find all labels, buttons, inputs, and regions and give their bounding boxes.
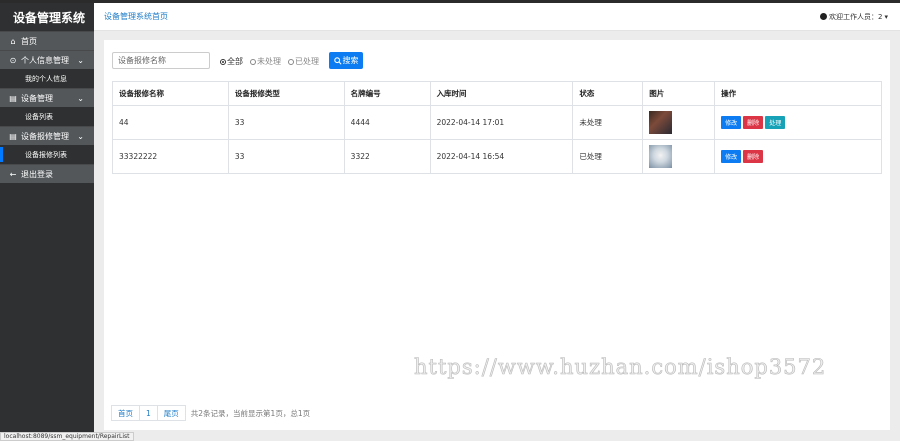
search-button[interactable]: 搜索 — [329, 52, 363, 69]
sidebar-item-home[interactable]: ⌂ 首页 — [0, 31, 94, 50]
sidebar-group-personal[interactable]: ⊙ 个人信息管理 ⌄ — [0, 50, 94, 69]
home-icon: ⌂ — [10, 36, 16, 46]
sidebar: 设备管理系统 ⌂ 首页 ⊙ 个人信息管理 ⌄ 我的个人信息 ▤ 设备管理 ⌄ 设… — [0, 3, 94, 441]
pagination: 首页 1 尾页 共2条记录，当前显示第1页，总1页 — [111, 405, 311, 421]
sidebar-item-label: 退出登录 — [21, 169, 53, 179]
top-header: 设备管理系统首页 欢迎工作人员：2 ▾ — [94, 3, 900, 31]
sidebar-item-equipment-list[interactable]: 设备列表 — [0, 107, 94, 126]
cell-type: 33 — [227, 139, 345, 174]
last-page-button[interactable]: 尾页 — [156, 405, 186, 421]
search-button-label: 搜索 — [342, 56, 359, 65]
breadcrumb-home-link[interactable]: 设备管理系统首页 — [104, 11, 168, 22]
cell-name: 33322222 — [112, 139, 229, 174]
repair-name-search-input[interactable] — [112, 52, 210, 69]
cell-code: 4444 — [343, 105, 431, 140]
radio-unprocessed[interactable]: 未处理 — [250, 56, 281, 67]
column-header: 状态 — [572, 81, 644, 106]
table-header-row: 设备报修名称 设备报修类型 名牌编号 入库时间 状态 图片 操作 — [112, 81, 882, 106]
radio-label: 全部 — [227, 57, 243, 66]
pagination-info: 共2条记录，当前显示第1页，总1页 — [190, 408, 311, 418]
cell-code: 3322 — [343, 139, 431, 174]
table-row: 33322222 33 3322 2022-04-14 16:54 已处理 修改… — [112, 139, 882, 174]
column-header: 设备报修名称 — [112, 81, 229, 106]
arrow-left-icon: ← — [9, 169, 17, 179]
chevron-down-icon: ⌄ — [77, 55, 84, 65]
column-header: 名牌编号 — [343, 81, 431, 106]
welcome-text: 欢迎工作人员：2 — [829, 12, 883, 21]
status-filter: 全部 未处理 已处理 — [220, 56, 319, 67]
column-header: 图片 — [642, 81, 716, 106]
radio-all[interactable]: 全部 — [220, 56, 243, 67]
sidebar-item-label: 设备列表 — [25, 112, 53, 121]
sidebar-item-label: 个人信息管理 — [21, 55, 69, 65]
cell-status: 未处理 — [572, 105, 644, 140]
radio-label: 已处理 — [295, 57, 319, 66]
column-header: 设备报修类型 — [227, 81, 345, 106]
app-brand: 设备管理系统 — [0, 3, 94, 31]
edit-button[interactable]: 修改 — [721, 116, 742, 129]
table-row: 44 33 4444 2022-04-14 17:01 未处理 修改 删除 处理 — [112, 105, 882, 140]
page-number-button[interactable]: 1 — [139, 405, 158, 421]
sidebar-item-my-info[interactable]: 我的个人信息 — [0, 69, 94, 88]
cell-actions: 修改 删除 — [714, 139, 882, 174]
sidebar-item-repair-list[interactable]: 设备报修列表 — [0, 145, 94, 164]
watermark: https://www.huzhan.com/ishop3572 — [414, 355, 827, 380]
sidebar-item-label: 设备报修列表 — [25, 150, 67, 159]
radio-dot — [220, 58, 226, 65]
equipment-thumbnail[interactable] — [649, 111, 673, 134]
first-page-button[interactable]: 首页 — [111, 405, 140, 421]
sidebar-item-label: 设备报修管理 — [21, 131, 69, 141]
cell-image — [642, 105, 716, 140]
chevron-down-icon: ⌄ — [77, 93, 84, 103]
column-header: 操作 — [714, 81, 882, 106]
cell-image — [642, 139, 716, 174]
radio-dot — [250, 58, 256, 65]
sidebar-item-label: 设备管理 — [21, 93, 53, 103]
document-icon: ▤ — [9, 131, 17, 141]
equipment-thumbnail[interactable] — [649, 145, 673, 168]
cell-actions: 修改 删除 处理 — [714, 105, 882, 140]
sidebar-group-repair[interactable]: ▤ 设备报修管理 ⌄ — [0, 126, 94, 145]
cell-time: 2022-04-14 17:01 — [429, 105, 574, 140]
user-menu[interactable]: 欢迎工作人员：2 ▾ — [820, 12, 888, 22]
status-bar-url: localhost:8089/ssm_equipment/RepairList — [0, 432, 134, 441]
delete-button[interactable]: 删除 — [743, 116, 764, 129]
sidebar-item-logout[interactable]: ← 退出登录 — [0, 164, 94, 183]
sidebar-group-equipment[interactable]: ▤ 设备管理 ⌄ — [0, 88, 94, 107]
cell-status: 已处理 — [572, 139, 644, 174]
edit-button[interactable]: 修改 — [721, 150, 742, 163]
radio-processed[interactable]: 已处理 — [288, 56, 319, 67]
search-icon — [333, 56, 342, 65]
user-circle-icon: ⊙ — [9, 55, 17, 65]
process-button[interactable]: 处理 — [765, 116, 786, 129]
cell-name: 44 — [112, 105, 229, 140]
chevron-down-icon: ⌄ — [77, 131, 84, 141]
repair-table: 设备报修名称 设备报修类型 名牌编号 入库时间 状态 图片 操作 44 33 4… — [112, 81, 882, 174]
delete-button[interactable]: 删除 — [743, 150, 764, 163]
caret-down-icon: ▾ — [884, 12, 888, 21]
user-icon — [820, 13, 828, 20]
column-header: 入库时间 — [429, 81, 574, 106]
radio-label: 未处理 — [257, 57, 281, 66]
cell-type: 33 — [227, 105, 345, 140]
document-icon: ▤ — [9, 93, 17, 103]
radio-dot — [288, 58, 294, 65]
sidebar-item-label: 首页 — [21, 36, 37, 46]
cell-time: 2022-04-14 16:54 — [429, 139, 574, 174]
sidebar-item-label: 我的个人信息 — [25, 74, 67, 83]
